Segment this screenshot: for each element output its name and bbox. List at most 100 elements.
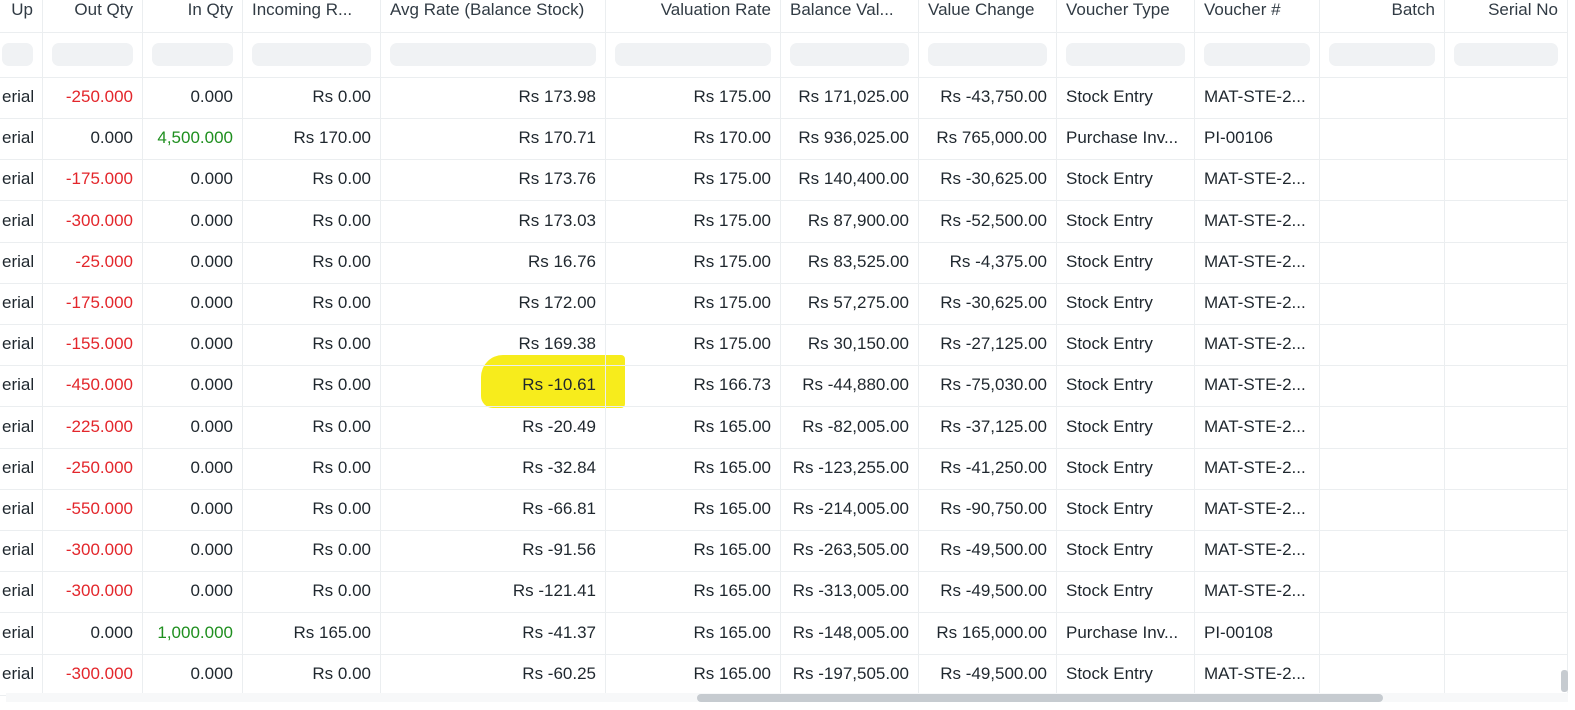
table-row[interactable]: erial -300.000 0.000 Rs 0.00 Rs 173.03 Rs 175… [0, 200, 1568, 243]
cell-valuation-rate[interactable]: Rs 165.00 [606, 653, 781, 695]
cell-avg-rate[interactable]: Rs -66.81 [381, 489, 606, 530]
cell-in-qty[interactable]: 0.000 [143, 489, 243, 530]
cell-avg-rate[interactable]: Rs -41.37 [381, 612, 606, 654]
cell-up[interactable]: erial [0, 241, 43, 283]
filter-input-avg-rate[interactable] [390, 43, 596, 66]
cell-avg-rate[interactable]: Rs 173.76 [381, 159, 606, 201]
cell-voucher-type[interactable]: Purchase Inv... [1057, 612, 1195, 654]
cell-out-qty[interactable]: -155.000 [43, 324, 143, 366]
cell-up[interactable]: erial [0, 365, 43, 407]
cell-value-change[interactable]: Rs -41,250.00 [919, 447, 1057, 489]
cell-value-change[interactable]: Rs -30,625.00 [919, 159, 1057, 201]
cell-balance-value[interactable]: Rs 140,400.00 [781, 159, 919, 201]
table-row[interactable]: erial -300.000 0.000 Rs 0.00 Rs -121.41 Rs 16… [0, 571, 1568, 614]
cell-batch[interactable] [1320, 653, 1445, 695]
cell-avg-rate[interactable]: Rs 170.71 [381, 118, 606, 160]
filter-input-out-qty[interactable] [52, 43, 133, 66]
cell-valuation-rate[interactable]: Rs 175.00 [606, 241, 781, 283]
cell-avg-rate[interactable]: Rs -91.56 [381, 530, 606, 572]
cell-serial-no[interactable] [1445, 530, 1568, 572]
cell-out-qty[interactable]: -175.000 [43, 283, 143, 324]
column-header-voucher-type[interactable]: Voucher Type [1057, 0, 1195, 32]
cell-incoming-rate[interactable]: Rs 170.00 [243, 118, 381, 160]
column-header-balance-value[interactable]: Balance Val... [781, 0, 919, 32]
cell-value-change[interactable]: Rs -37,125.00 [919, 406, 1057, 448]
cell-up[interactable]: erial [0, 653, 43, 695]
cell-balance-value[interactable]: Rs -214,005.00 [781, 489, 919, 530]
cell-incoming-rate[interactable]: Rs 0.00 [243, 283, 381, 324]
cell-valuation-rate[interactable]: Rs 175.00 [606, 159, 781, 201]
cell-incoming-rate[interactable]: Rs 0.00 [243, 447, 381, 489]
cell-value-change[interactable]: Rs -27,125.00 [919, 324, 1057, 366]
cell-balance-value[interactable]: Rs 171,025.00 [781, 77, 919, 118]
cell-avg-rate[interactable]: Rs -10.61 [381, 365, 606, 407]
cell-value-change[interactable]: Rs -4,375.00 [919, 241, 1057, 283]
cell-balance-value[interactable]: Rs -44,880.00 [781, 365, 919, 407]
cell-batch[interactable] [1320, 159, 1445, 201]
filter-input-valuation-rate[interactable] [615, 43, 771, 66]
cell-out-qty[interactable]: -300.000 [43, 530, 143, 572]
cell-incoming-rate[interactable]: Rs 0.00 [243, 324, 381, 366]
cell-valuation-rate[interactable]: Rs 175.00 [606, 200, 781, 242]
cell-in-qty[interactable]: 0.000 [143, 283, 243, 324]
cell-valuation-rate[interactable]: Rs 175.00 [606, 77, 781, 118]
cell-valuation-rate[interactable]: Rs 165.00 [606, 530, 781, 572]
vertical-scroll-thumb[interactable] [1561, 670, 1568, 692]
cell-serial-no[interactable] [1445, 118, 1568, 160]
cell-up[interactable]: erial [0, 406, 43, 448]
cell-batch[interactable] [1320, 406, 1445, 448]
cell-incoming-rate[interactable]: Rs 0.00 [243, 406, 381, 448]
cell-voucher-no[interactable]: MAT-STE-2... [1195, 159, 1320, 201]
cell-incoming-rate[interactable]: Rs 0.00 [243, 653, 381, 695]
cell-out-qty[interactable]: -300.000 [43, 571, 143, 613]
cell-voucher-type[interactable]: Purchase Inv... [1057, 118, 1195, 160]
cell-balance-value[interactable]: Rs -263,505.00 [781, 530, 919, 572]
cell-value-change[interactable]: Rs -30,625.00 [919, 283, 1057, 324]
cell-batch[interactable] [1320, 489, 1445, 530]
cell-balance-value[interactable]: Rs 87,900.00 [781, 200, 919, 242]
cell-serial-no[interactable] [1445, 365, 1568, 407]
cell-in-qty[interactable]: 1,000.000 [143, 612, 243, 654]
cell-avg-rate[interactable]: Rs -60.25 [381, 653, 606, 695]
filter-input-up[interactable] [2, 43, 33, 66]
cell-serial-no[interactable] [1445, 200, 1568, 242]
cell-up[interactable]: erial [0, 77, 43, 118]
cell-voucher-no[interactable]: MAT-STE-2... [1195, 653, 1320, 695]
cell-in-qty[interactable]: 0.000 [143, 530, 243, 572]
cell-incoming-rate[interactable]: Rs 0.00 [243, 200, 381, 242]
cell-out-qty[interactable]: -175.000 [43, 159, 143, 201]
cell-voucher-type[interactable]: Stock Entry [1057, 241, 1195, 283]
filter-input-voucher-no[interactable] [1204, 43, 1310, 66]
cell-in-qty[interactable]: 0.000 [143, 324, 243, 366]
table-row[interactable]: erial -250.000 0.000 Rs 0.00 Rs 173.98 Rs 175… [0, 77, 1568, 119]
cell-batch[interactable] [1320, 612, 1445, 654]
filter-input-value-change[interactable] [928, 43, 1047, 66]
filter-input-balance-value[interactable] [790, 43, 909, 66]
cell-voucher-no[interactable]: MAT-STE-2... [1195, 77, 1320, 118]
cell-voucher-no[interactable]: PI-00106 [1195, 118, 1320, 160]
cell-voucher-type[interactable]: Stock Entry [1057, 283, 1195, 324]
cell-valuation-rate[interactable]: Rs 175.00 [606, 283, 781, 324]
cell-batch[interactable] [1320, 77, 1445, 118]
cell-in-qty[interactable]: 0.000 [143, 77, 243, 118]
cell-incoming-rate[interactable]: Rs 0.00 [243, 159, 381, 201]
table-row[interactable]: erial -250.000 0.000 Rs 0.00 Rs -32.84 Rs 165… [0, 447, 1568, 490]
cell-voucher-no[interactable]: MAT-STE-2... [1195, 241, 1320, 283]
cell-value-change[interactable]: Rs -90,750.00 [919, 489, 1057, 530]
cell-serial-no[interactable] [1445, 283, 1568, 324]
cell-incoming-rate[interactable]: Rs 0.00 [243, 571, 381, 613]
cell-out-qty[interactable]: -225.000 [43, 406, 143, 448]
cell-voucher-type[interactable]: Stock Entry [1057, 406, 1195, 448]
cell-valuation-rate[interactable]: Rs 165.00 [606, 489, 781, 530]
cell-incoming-rate[interactable]: Rs 0.00 [243, 241, 381, 283]
cell-balance-value[interactable]: Rs 83,525.00 [781, 241, 919, 283]
cell-serial-no[interactable] [1445, 77, 1568, 118]
cell-up[interactable]: erial [0, 159, 43, 201]
cell-serial-no[interactable] [1445, 653, 1568, 695]
table-row[interactable]: erial -550.000 0.000 Rs 0.00 Rs -66.81 Rs 165… [0, 489, 1568, 531]
table-row[interactable]: erial -300.000 0.000 Rs 0.00 Rs -60.25 Rs 165… [0, 653, 1568, 696]
cell-balance-value[interactable]: Rs 57,275.00 [781, 283, 919, 324]
cell-out-qty[interactable]: -300.000 [43, 653, 143, 695]
cell-voucher-type[interactable]: Stock Entry [1057, 653, 1195, 695]
cell-voucher-no[interactable]: MAT-STE-2... [1195, 200, 1320, 242]
